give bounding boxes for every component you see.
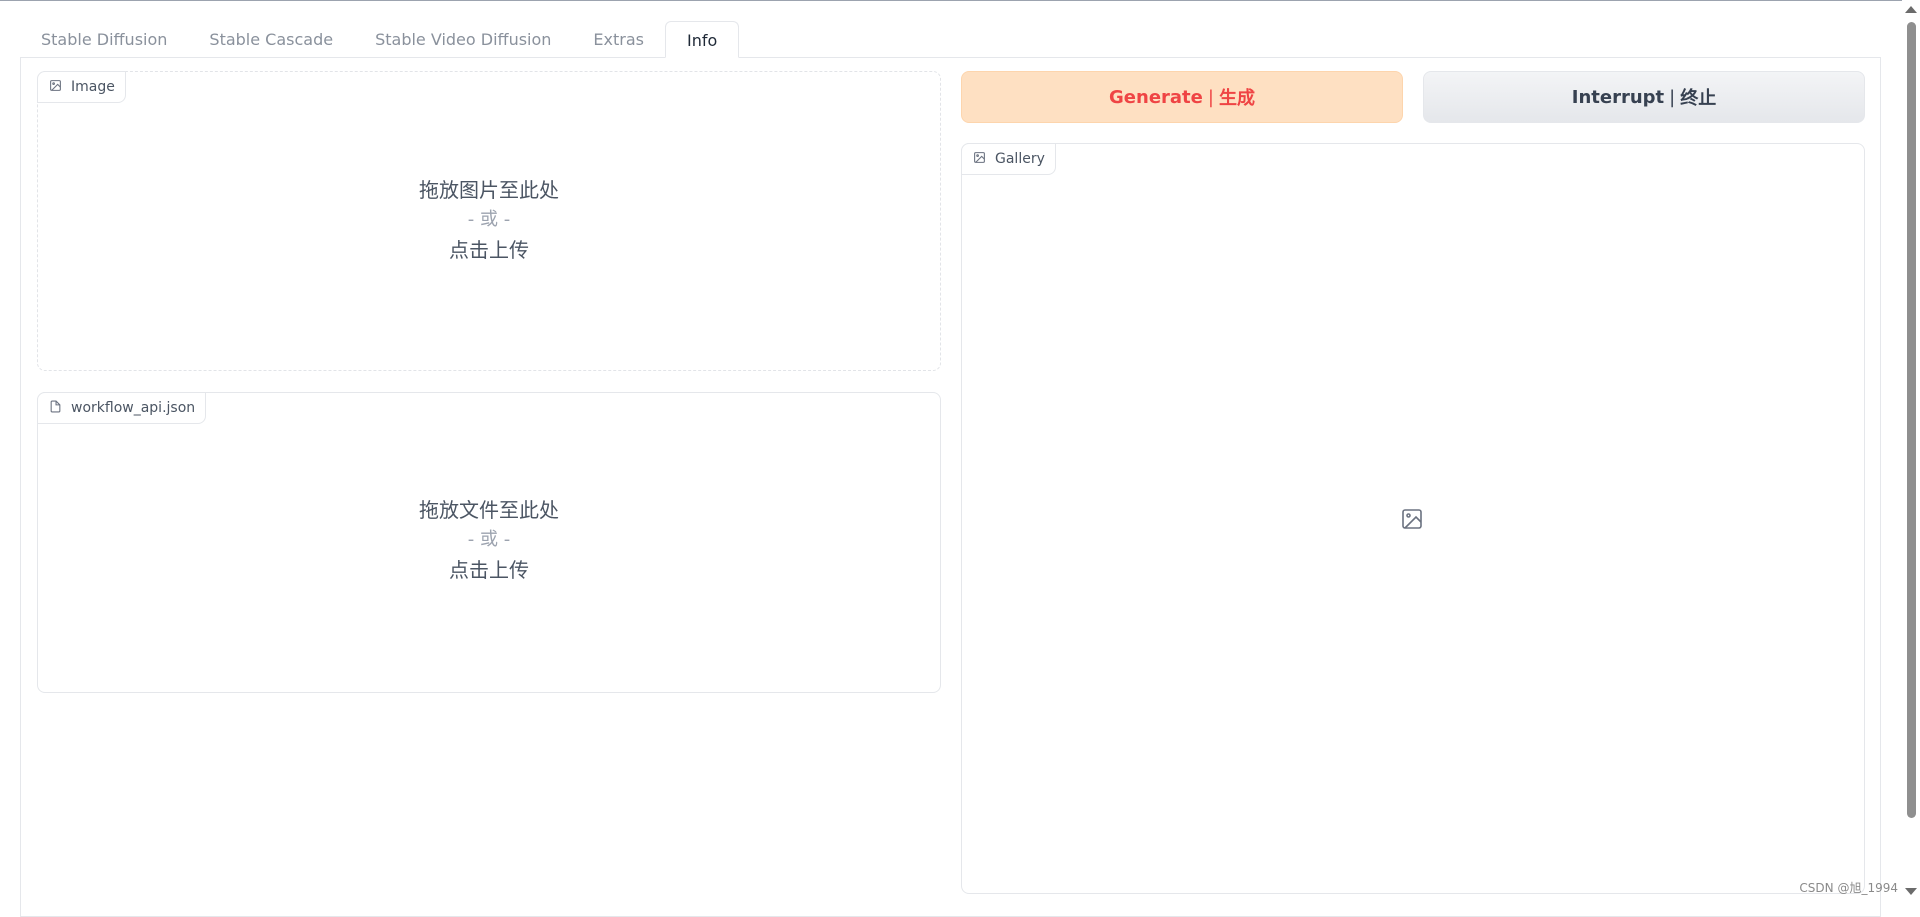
- image-drop-text: 拖放图片至此处: [419, 178, 559, 202]
- tab-stable-cascade[interactable]: Stable Cascade: [188, 21, 354, 58]
- file-icon: [49, 400, 62, 417]
- image-or-text: - 或 -: [467, 209, 511, 230]
- tab-extras[interactable]: Extras: [572, 21, 665, 58]
- scrollbar-thumb[interactable]: [1907, 22, 1916, 818]
- generate-label-zh: 生成: [1218, 88, 1255, 109]
- file-upload-area[interactable]: workflow_api.json 拖放文件至此处 - 或 - 点击上传: [37, 392, 941, 693]
- file-drop-prompt: 拖放文件至此处 - 或 - 点击上传: [38, 495, 940, 585]
- generate-button[interactable]: Generate | 生成: [961, 71, 1403, 123]
- scroll-up-icon[interactable]: [1905, 6, 1917, 13]
- file-upload-label-text: workflow_api.json: [71, 400, 196, 416]
- window-top-border: [0, 0, 1920, 1]
- image-upload-area[interactable]: Image 拖放图片至此处 - 或 - 点击上传: [37, 71, 941, 371]
- file-click-upload-text: 点击上传: [449, 558, 529, 582]
- image-icon: [49, 79, 62, 96]
- tab-info[interactable]: Info: [665, 21, 740, 58]
- image-upload-label-text: Image: [71, 79, 115, 95]
- gallery-label-text: Gallery: [995, 151, 1045, 167]
- interrupt-label-zh: 终止: [1680, 88, 1717, 109]
- file-upload-label: workflow_api.json: [37, 392, 207, 424]
- gallery-label: Gallery: [961, 143, 1056, 175]
- scroll-down-icon[interactable]: [1905, 888, 1917, 895]
- file-drop-text: 拖放文件至此处: [419, 498, 559, 522]
- tab-stable-diffusion[interactable]: Stable Diffusion: [20, 21, 188, 58]
- generate-separator: |: [1207, 86, 1214, 108]
- watermark: CSDN @旭_1994: [1799, 881, 1898, 895]
- interrupt-label-en: Interrupt: [1571, 86, 1665, 108]
- interrupt-button[interactable]: Interrupt | 终止: [1423, 71, 1865, 123]
- image-click-upload-text: 点击上传: [449, 238, 529, 262]
- image-icon: [973, 151, 986, 168]
- image-upload-label: Image: [37, 71, 126, 103]
- page-scrollbar[interactable]: [1902, 0, 1920, 902]
- image-placeholder-icon: [1400, 507, 1424, 531]
- file-or-text: - 或 -: [467, 529, 511, 550]
- generate-label-en: Generate: [1109, 86, 1203, 108]
- tab-stable-video-diffusion[interactable]: Stable Video Diffusion: [354, 21, 572, 58]
- interrupt-separator: |: [1669, 86, 1676, 108]
- tab-bar: Stable Diffusion Stable Cascade Stable V…: [20, 21, 740, 58]
- image-drop-prompt: 拖放图片至此处 - 或 - 点击上传: [38, 175, 940, 265]
